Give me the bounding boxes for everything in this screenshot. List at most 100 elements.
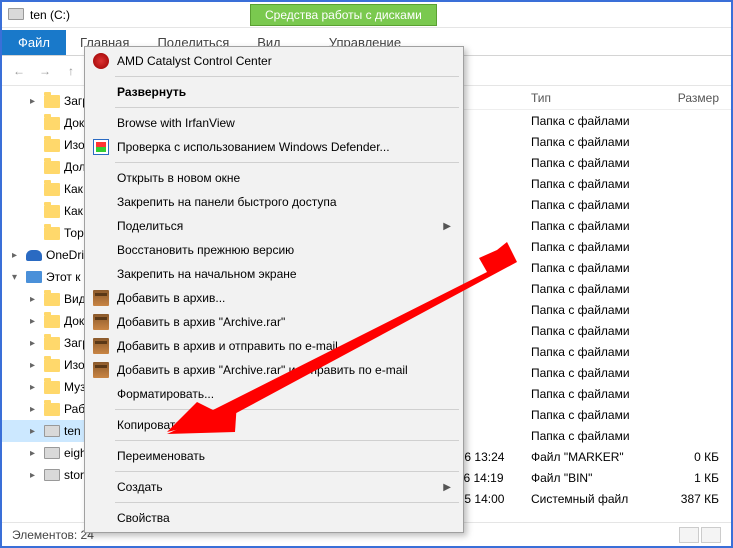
menu-item-label: Восстановить прежнюю версию bbox=[117, 243, 294, 257]
folder-icon bbox=[44, 95, 60, 108]
picture-icon bbox=[44, 359, 60, 372]
cell-type: Папка с файлами bbox=[531, 156, 661, 170]
cell-type: Папка с файлами bbox=[531, 198, 661, 212]
cell-type: Папка с файлами bbox=[531, 114, 661, 128]
cell-type: Папка с файлами bbox=[531, 282, 661, 296]
menu-item[interactable]: Проверка с использованием Windows Defend… bbox=[87, 135, 461, 159]
nav-forward[interactable]: → bbox=[34, 60, 56, 82]
menu-item-label: Поделиться bbox=[117, 219, 183, 233]
menu-item[interactable]: Добавить в архив "Archive.rar" bbox=[87, 310, 461, 334]
menu-separator bbox=[115, 471, 459, 472]
status-elements: Элементов: 24 bbox=[12, 528, 94, 542]
menu-item[interactable]: Свойства bbox=[87, 506, 461, 530]
drive-icon bbox=[44, 447, 60, 459]
cell-type: Папка с файлами bbox=[531, 387, 661, 401]
menu-item[interactable]: Добавить в архив и отправить по e-mail..… bbox=[87, 334, 461, 358]
menu-item-label: AMD Catalyst Control Center bbox=[117, 54, 272, 68]
menu-item-label: Закрепить на начальном экране bbox=[117, 267, 297, 281]
col-type[interactable]: Тип bbox=[531, 91, 661, 105]
cell-type: Папка с файлами bbox=[531, 261, 661, 275]
view-large-button[interactable] bbox=[701, 527, 721, 543]
nav-back[interactable]: ← bbox=[8, 60, 30, 82]
view-details-button[interactable] bbox=[679, 527, 699, 543]
folder-icon bbox=[44, 183, 60, 196]
cell-type: Папка с файлами bbox=[531, 366, 661, 380]
chevron-right-icon[interactable]: ▸ bbox=[30, 470, 40, 481]
cell-type: Системный файл bbox=[531, 492, 661, 506]
folder-icon bbox=[44, 117, 60, 130]
cell-type: Папка с файлами bbox=[531, 135, 661, 149]
col-size[interactable]: Размер bbox=[661, 91, 731, 105]
menu-separator bbox=[115, 409, 459, 410]
desktop-icon bbox=[44, 403, 60, 416]
chevron-right-icon[interactable]: ▸ bbox=[30, 316, 40, 327]
menu-item[interactable]: Добавить в архив... bbox=[87, 286, 461, 310]
folder-icon bbox=[44, 205, 60, 218]
menu-item[interactable]: AMD Catalyst Control Center bbox=[87, 49, 461, 73]
menu-item[interactable]: Копировать bbox=[87, 413, 461, 437]
menu-item[interactable]: Восстановить прежнюю версию bbox=[87, 238, 461, 262]
menu-separator bbox=[115, 502, 459, 503]
menu-item[interactable]: Поделиться▶ bbox=[87, 214, 461, 238]
tree-item-label: OneDri bbox=[46, 248, 84, 262]
tree-item-label: Этот к bbox=[46, 270, 80, 284]
nav-up[interactable]: ↑ bbox=[60, 60, 82, 82]
chevron-right-icon[interactable]: ▸ bbox=[30, 360, 40, 371]
download-icon bbox=[44, 337, 60, 350]
rar-icon bbox=[93, 362, 109, 378]
window-title: ten (C:) bbox=[30, 8, 70, 22]
chevron-right-icon[interactable]: ▸ bbox=[30, 294, 40, 305]
chevron-right-icon[interactable]: ▸ bbox=[30, 338, 40, 349]
cell-type: Папка с файлами bbox=[531, 177, 661, 191]
cell-size: 0 КБ bbox=[661, 450, 731, 464]
rar-icon bbox=[93, 314, 109, 330]
rar-icon bbox=[93, 290, 109, 306]
menu-item-label: Добавить в архив... bbox=[117, 291, 225, 305]
menu-item[interactable]: Развернуть bbox=[87, 80, 461, 104]
disk-tools-tab[interactable]: Средства работы с дисками bbox=[250, 4, 437, 26]
cell-type: Папка с файлами bbox=[531, 219, 661, 233]
chevron-right-icon[interactable]: ▸ bbox=[30, 448, 40, 459]
menu-item-label: Развернуть bbox=[117, 85, 186, 99]
menu-item[interactable]: Browse with IrfanView bbox=[87, 111, 461, 135]
chevron-right-icon[interactable]: ▸ bbox=[30, 404, 40, 415]
menu-item[interactable]: Закрепить на начальном экране bbox=[87, 262, 461, 286]
chevron-down-icon[interactable]: ▾ bbox=[12, 272, 22, 283]
cell-type: Файл "MARKER" bbox=[531, 450, 661, 464]
cell-type: Папка с файлами bbox=[531, 324, 661, 338]
chevron-right-icon[interactable]: ▸ bbox=[30, 382, 40, 393]
chevron-right-icon[interactable]: ▸ bbox=[30, 96, 40, 107]
menu-item[interactable]: Переименовать bbox=[87, 444, 461, 468]
cell-type: Папка с файлами bbox=[531, 240, 661, 254]
menu-separator bbox=[115, 440, 459, 441]
menu-item[interactable]: Создать▶ bbox=[87, 475, 461, 499]
cell-type: Папка с файлами bbox=[531, 408, 661, 422]
music-icon bbox=[44, 381, 60, 394]
menu-item[interactable]: Открыть в новом окне bbox=[87, 166, 461, 190]
menu-item-label: Добавить в архив "Archive.rar" и отправи… bbox=[117, 363, 408, 377]
title-bar: ten (C:) Средства работы с дисками bbox=[2, 2, 731, 28]
view-buttons bbox=[679, 527, 721, 543]
menu-separator bbox=[115, 162, 459, 163]
chevron-right-icon[interactable]: ▸ bbox=[30, 426, 40, 437]
cell-size: 1 КБ bbox=[661, 471, 731, 485]
drive-icon bbox=[8, 8, 24, 22]
folder-icon bbox=[44, 227, 60, 240]
cell-type: Папка с файлами bbox=[531, 303, 661, 317]
menu-item[interactable]: Форматировать... bbox=[87, 382, 461, 406]
folder-icon bbox=[44, 161, 60, 174]
pc-icon bbox=[26, 271, 42, 283]
rar-icon bbox=[93, 338, 109, 354]
menu-item-label: Открыть в новом окне bbox=[117, 171, 240, 185]
defender-icon bbox=[93, 139, 109, 155]
menu-item-label: Создать bbox=[117, 480, 163, 494]
doc-icon bbox=[44, 315, 60, 328]
menu-item-label: Свойства bbox=[117, 511, 170, 525]
context-menu[interactable]: AMD Catalyst Control Center Развернуть Bro… bbox=[84, 46, 464, 533]
menu-item[interactable]: Закрепить на панели быстрого доступа bbox=[87, 190, 461, 214]
menu-item[interactable]: Добавить в архив "Archive.rar" и отправи… bbox=[87, 358, 461, 382]
picture-icon bbox=[44, 139, 60, 152]
menu-separator bbox=[115, 107, 459, 108]
tab-file[interactable]: Файл bbox=[2, 30, 66, 55]
chevron-right-icon[interactable]: ▸ bbox=[12, 250, 22, 261]
